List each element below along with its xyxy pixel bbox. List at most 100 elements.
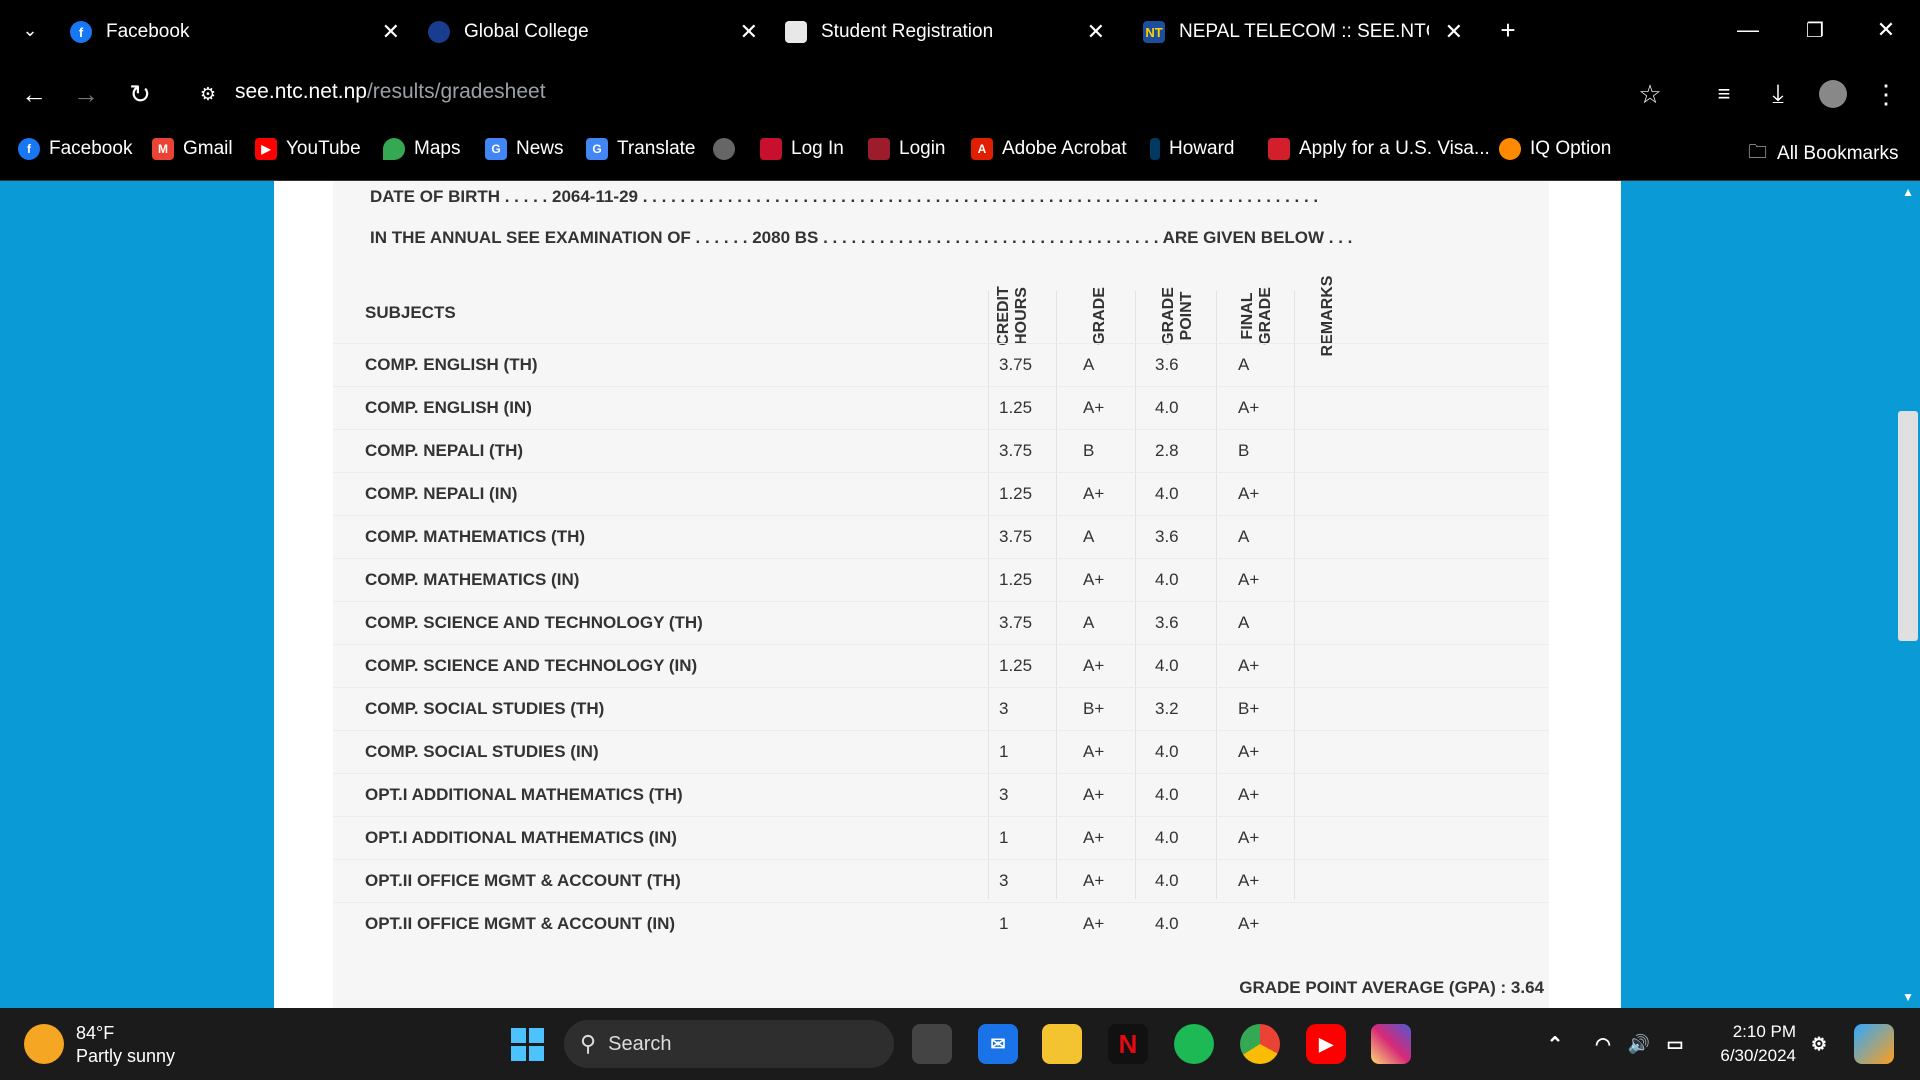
grade-point-cell: 4.0 [1155, 828, 1179, 847]
all-bookmarks[interactable]: 🗀 All Bookmarks [1748, 138, 1898, 170]
tab-search-chevron-icon[interactable]: ⌄ [12, 12, 48, 48]
forward-arrow-icon[interactable]: → [68, 76, 104, 112]
close-icon[interactable]: ✕ [1445, 19, 1463, 45]
facebook-icon: f [18, 138, 40, 160]
table-row: COMP. MATHEMATICS (IN) 1.25 A+ 4.0 A+ [333, 558, 1549, 601]
credit-hours-cell: 1.25 [999, 484, 1033, 503]
howard-icon [1150, 138, 1160, 160]
close-icon[interactable]: ✕ [1087, 19, 1105, 45]
clock[interactable]: 2:10 PM 6/30/2024 [1700, 1020, 1796, 1068]
bookmark-gmail[interactable]: M Gmail [152, 138, 233, 160]
grade-point-cell: 4.0 [1155, 570, 1179, 589]
final-grade-cell: B [1238, 441, 1250, 460]
task-view-icon[interactable] [912, 1024, 952, 1064]
credit-hours-cell: 1 [999, 914, 1009, 933]
bookmark-iq-option[interactable]: IQ Option [1499, 138, 1611, 160]
subject-cell: OPT.I ADDITIONAL MATHEMATICS (IN) [365, 828, 677, 847]
scroll-up-icon[interactable]: ▲ [1902, 185, 1914, 199]
back-arrow-icon[interactable]: ← [16, 76, 52, 112]
close-icon[interactable]: ✕ [740, 19, 758, 45]
restore-icon[interactable]: ❐ [1797, 12, 1833, 48]
spotify-icon[interactable] [1174, 1024, 1214, 1064]
subject-cell: COMP. NEPALI (TH) [365, 441, 524, 460]
profile-avatar[interactable] [1815, 76, 1851, 112]
windows-start-icon[interactable] [507, 1024, 547, 1064]
chrome-icon[interactable] [1240, 1024, 1280, 1064]
login-icon [868, 138, 890, 160]
table-row: COMP. ENGLISH (TH) 3.75 A 3.6 A [333, 343, 1549, 386]
scrollbar-thumb[interactable] [1898, 411, 1918, 641]
battery-icon[interactable]: ▭ [1655, 1024, 1695, 1064]
menu-kebab-icon[interactable]: ⋮ [1868, 76, 1904, 112]
address-bar[interactable]: see.ntc.net.np/results/gradesheet [235, 80, 546, 104]
file-explorer-icon[interactable] [1042, 1024, 1082, 1064]
bookmark-youtube[interactable]: ▶ YouTube [255, 138, 361, 160]
grade-cell: A [1083, 527, 1095, 546]
reload-icon[interactable]: ↻ [122, 76, 158, 112]
navigation-bar: ← → ↻ ⚙ see.ntc.net.np/results/gradeshee… [0, 62, 1920, 126]
instagram-icon[interactable] [1371, 1024, 1411, 1064]
mail-icon[interactable]: ✉ [978, 1024, 1018, 1064]
bookmark-log-in[interactable]: Log In [760, 138, 844, 160]
youtube-icon[interactable]: ▶ [1306, 1024, 1346, 1064]
final-grade-cell: A [1238, 613, 1250, 632]
final-grade-cell: A+ [1238, 828, 1260, 847]
wifi-icon[interactable]: ◠ [1583, 1024, 1623, 1064]
copilot-icon[interactable] [1854, 1024, 1894, 1064]
taskbar: 84°F Partly sunny ⚲ Search ✉ N ▶ ⌃ ◠ 🔊 ▭… [0, 1008, 1920, 1080]
bookmark-maps[interactable]: Maps [383, 138, 460, 160]
tab-ntc-active[interactable]: NT NEPAL TELECOM :: SEE.NTC.NET ✕ [1143, 12, 1463, 52]
bookmark-adobe-acrobat[interactable]: A Adobe Acrobat [971, 138, 1127, 160]
volume-icon[interactable]: 🔊 [1619, 1024, 1659, 1064]
translate-icon: G [586, 138, 608, 160]
download-icon[interactable]: ⤓ [1760, 76, 1796, 112]
weather-icon[interactable] [24, 1024, 64, 1064]
grade-cell: B [1083, 441, 1095, 460]
tab-student-registration[interactable]: Student Registration ✕ [785, 12, 1105, 52]
star-bookmark-icon[interactable]: ☆ [1632, 76, 1668, 112]
visa-icon [1268, 138, 1290, 160]
weather-widget[interactable]: 84°F Partly sunny [76, 1022, 175, 1068]
close-icon[interactable]: ✕ [382, 19, 400, 45]
minimize-icon[interactable]: — [1730, 12, 1766, 48]
new-tab-plus-icon[interactable]: + [1490, 12, 1526, 48]
grade-cell: B+ [1083, 699, 1105, 718]
grade-cell: A+ [1083, 871, 1105, 890]
url-path: /results/gradesheet [366, 80, 546, 103]
scroll-down-icon[interactable]: ▼ [1902, 990, 1914, 1004]
chevron-up-icon[interactable]: ⌃ [1535, 1024, 1575, 1064]
table-row: COMP. SOCIAL STUDIES (IN) 1 A+ 4.0 A+ [333, 730, 1549, 773]
search-icon: ⚲ [580, 1031, 597, 1056]
subject-cell: COMP. SOCIAL STUDIES (IN) [365, 742, 599, 761]
site-info-icon[interactable]: ⚙ [190, 76, 226, 112]
bookmark-facebook[interactable]: f Facebook [18, 138, 132, 160]
final-grade-cell: A+ [1238, 656, 1260, 675]
focus-icon[interactable]: ⚙ [1799, 1024, 1839, 1064]
grade-cell: A+ [1083, 656, 1105, 675]
table-row: OPT.I ADDITIONAL MATHEMATICS (TH) 3 A+ 4.0 A… [333, 773, 1549, 816]
document-icon [785, 21, 807, 43]
netflix-icon[interactable]: N [1108, 1024, 1148, 1064]
tab-facebook[interactable]: f Facebook ✕ [70, 12, 400, 52]
final-grade-cell: A+ [1238, 398, 1260, 417]
grade-cell: A+ [1083, 484, 1105, 503]
bookmark-howard[interactable]: Howard [1150, 138, 1234, 160]
grade-point-cell: 3.6 [1155, 355, 1179, 374]
media-controls-icon[interactable]: ≡ [1706, 76, 1742, 112]
bookmark-translate[interactable]: G Translate [586, 138, 696, 160]
close-window-icon[interactable]: ✕ [1868, 12, 1904, 48]
scrollbar[interactable]: ▲ ▼ [1896, 181, 1920, 1008]
final-grade-cell: A [1238, 355, 1250, 374]
bookmark-login[interactable]: Login [868, 138, 946, 160]
bookmark-globe[interactable] [713, 138, 744, 160]
search-placeholder: Search [608, 1032, 672, 1055]
tab-global-college[interactable]: Global College ✕ [428, 12, 758, 52]
taskbar-search[interactable]: ⚲ Search [564, 1020, 894, 1068]
bookmark-news[interactable]: G News [485, 138, 564, 160]
subject-cell: OPT.II OFFICE MGMT & ACCOUNT (TH) [365, 871, 681, 890]
grade-point-cell: 3.2 [1155, 699, 1179, 718]
subject-cell: OPT.I ADDITIONAL MATHEMATICS (TH) [365, 785, 683, 804]
credit-hours-cell: 1 [999, 828, 1009, 847]
bookmark-visa[interactable]: Apply for a U.S. Visa... [1268, 138, 1490, 160]
table-row: OPT.I ADDITIONAL MATHEMATICS (IN) 1 A+ 4.0 A… [333, 816, 1549, 859]
